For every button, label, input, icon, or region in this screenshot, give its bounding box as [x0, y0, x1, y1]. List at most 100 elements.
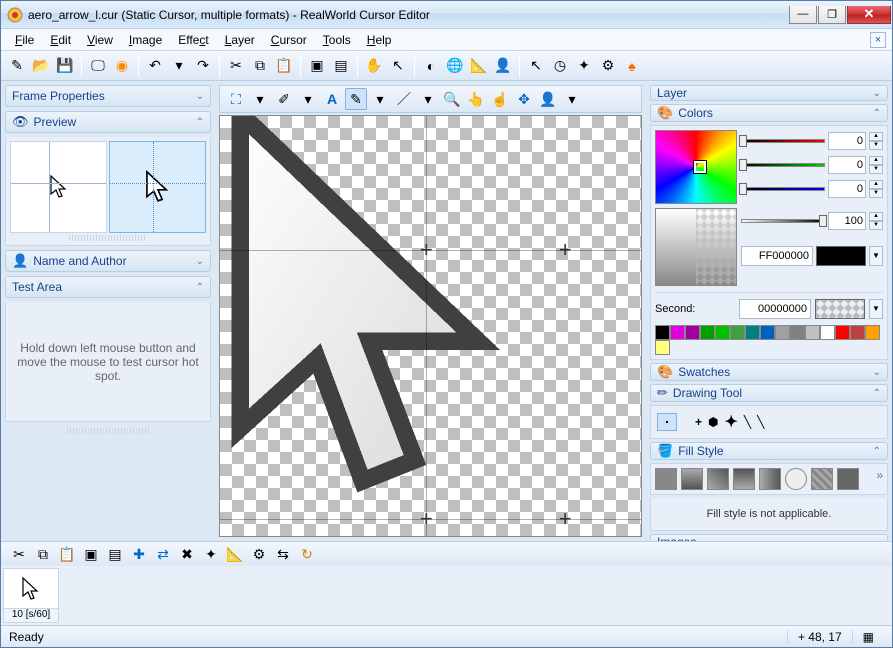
menu-layer[interactable]: Layer	[217, 31, 263, 49]
green-spinner[interactable]: ▲▼	[869, 156, 883, 174]
undo-icon[interactable]: ↶	[144, 55, 166, 77]
fx3-icon[interactable]: ⚙	[248, 543, 270, 565]
hand-tool-icon[interactable]: 👆	[465, 88, 487, 110]
gear-icon[interactable]: ⚙	[597, 55, 619, 77]
value-picker[interactable]	[655, 208, 737, 286]
panel-fill-style[interactable]: 🪣 Fill Style ⌃	[650, 442, 888, 460]
slider-red[interactable]	[741, 139, 825, 143]
panel-drawing-tool[interactable]: ✏ Drawing Tool ⌃	[650, 384, 888, 402]
slider-green[interactable]	[741, 163, 825, 167]
panel-test-area[interactable]: Test Area ⌃	[5, 276, 211, 298]
panel-images[interactable]: Images ⌄	[650, 534, 888, 541]
dd4-icon[interactable]: ▾	[417, 88, 439, 110]
dup2-frame-icon[interactable]: ▤	[104, 543, 126, 565]
layer1-icon[interactable]: ▣	[306, 55, 328, 77]
panel-colors[interactable]: 🎨 Colors ⌃	[650, 104, 888, 122]
brush-hex[interactable]: ⬢	[708, 415, 718, 429]
fx2-icon[interactable]: 📐	[224, 543, 246, 565]
brush-diag1[interactable]: ╲	[744, 415, 751, 429]
brush-plus-l[interactable]: ✦	[725, 412, 738, 432]
palette-color[interactable]	[715, 325, 730, 340]
redo-icon[interactable]: ↷	[192, 55, 214, 77]
layer2-icon[interactable]: ▤	[330, 55, 352, 77]
alpha-spinner[interactable]: ▲▼	[869, 212, 883, 230]
new-icon[interactable]: ✎	[6, 55, 28, 77]
fill-radial[interactable]	[785, 468, 807, 490]
dd-icon[interactable]: ▾	[249, 88, 271, 110]
test-area-body[interactable]: Hold down left mouse button and move the…	[5, 302, 211, 422]
pencil-tool-icon[interactable]: ✎	[345, 88, 367, 110]
palette-color[interactable]	[805, 325, 820, 340]
palette-color[interactable]	[760, 325, 775, 340]
hex-input[interactable]	[741, 246, 813, 266]
link-frame-icon[interactable]: ⇄	[152, 543, 174, 565]
primary-swatch[interactable]	[816, 246, 866, 266]
save-icon[interactable]: 💾	[54, 55, 76, 77]
line-tool-icon[interactable]: ／	[393, 88, 415, 110]
blue-spinner[interactable]: ▲▼	[869, 180, 883, 198]
panel-name-author[interactable]: 👤 Name and Author ⌄	[5, 250, 211, 272]
panel-swatches[interactable]: 🎨 Swatches ⌄	[650, 363, 888, 381]
brush-plus-s[interactable]: +	[695, 415, 702, 429]
second-dropdown[interactable]: ▼	[869, 299, 883, 319]
sparkle-icon[interactable]: ✦	[573, 55, 595, 77]
palette-color[interactable]	[820, 325, 835, 340]
brush-1px[interactable]	[657, 413, 677, 431]
menu-effect[interactable]: Effect	[170, 31, 216, 49]
fx4-icon[interactable]: ⇆	[272, 543, 294, 565]
redo-dd-icon[interactable]: ▾	[168, 55, 190, 77]
export-icon[interactable]: 🖵	[87, 55, 109, 77]
palette-color[interactable]	[745, 325, 760, 340]
palette-color[interactable]	[850, 325, 865, 340]
user-icon[interactable]: 👤	[492, 55, 514, 77]
minimize-button[interactable]: —	[789, 6, 817, 24]
dd5-icon[interactable]: ▾	[561, 88, 583, 110]
palette-color[interactable]	[685, 325, 700, 340]
fx1-icon[interactable]: ✦	[200, 543, 222, 565]
open-icon[interactable]: 📂	[30, 55, 52, 77]
fill-grad1[interactable]	[681, 468, 703, 490]
menu-view[interactable]: View	[79, 31, 121, 49]
paste-frame-icon[interactable]: 📋	[56, 543, 78, 565]
copy-frame-icon[interactable]: ⧉	[32, 543, 54, 565]
dropper-icon[interactable]: ✐	[273, 88, 295, 110]
user-tool-icon[interactable]: 👤	[537, 88, 559, 110]
palette-color[interactable]	[655, 325, 670, 340]
panel-frame-properties[interactable]: Frame Properties ⌄	[5, 85, 211, 107]
resize-grip-2[interactable]	[67, 428, 149, 434]
fill-grad3[interactable]	[733, 468, 755, 490]
hue-picker[interactable]	[655, 130, 737, 204]
fill-grad4[interactable]	[759, 468, 781, 490]
palette-color[interactable]	[730, 325, 745, 340]
menu-edit[interactable]: Edit	[42, 31, 79, 49]
slider-alpha[interactable]	[741, 219, 825, 223]
swatch-dropdown[interactable]: ▼	[869, 246, 883, 266]
close-button[interactable]: ✕	[847, 6, 891, 24]
palette-color[interactable]	[790, 325, 805, 340]
palette-color[interactable]	[670, 325, 685, 340]
menu-tools[interactable]: Tools	[315, 31, 359, 49]
zoom-tool-icon[interactable]: 🔍	[441, 88, 463, 110]
fire-icon[interactable]: ♠	[621, 55, 643, 77]
alpha-input[interactable]	[828, 212, 866, 230]
clock-icon[interactable]: ◷	[549, 55, 571, 77]
paste-icon[interactable]: 📋	[273, 55, 295, 77]
move-tool-icon[interactable]: ✥	[513, 88, 535, 110]
palette-color[interactable]	[775, 325, 790, 340]
dup-frame-icon[interactable]: ▣	[80, 543, 102, 565]
doc-close-button[interactable]: ×	[870, 32, 886, 48]
red-input[interactable]	[828, 132, 866, 150]
second-hex-input[interactable]	[739, 299, 811, 319]
pointer-icon[interactable]: ↖	[387, 55, 409, 77]
preview-cell-2[interactable]	[109, 141, 206, 233]
slider-blue[interactable]	[741, 187, 825, 191]
add-frame-icon[interactable]: ✚	[128, 543, 150, 565]
second-swatch[interactable]	[815, 299, 865, 319]
cut-icon[interactable]: ✂	[225, 55, 247, 77]
fill-grad2[interactable]	[707, 468, 729, 490]
green-input[interactable]	[828, 156, 866, 174]
cut-frame-icon[interactable]: ✂	[8, 543, 30, 565]
menu-file[interactable]: File	[7, 31, 42, 49]
globe-icon[interactable]: 🌐	[444, 55, 466, 77]
resize-grip[interactable]	[69, 235, 147, 241]
